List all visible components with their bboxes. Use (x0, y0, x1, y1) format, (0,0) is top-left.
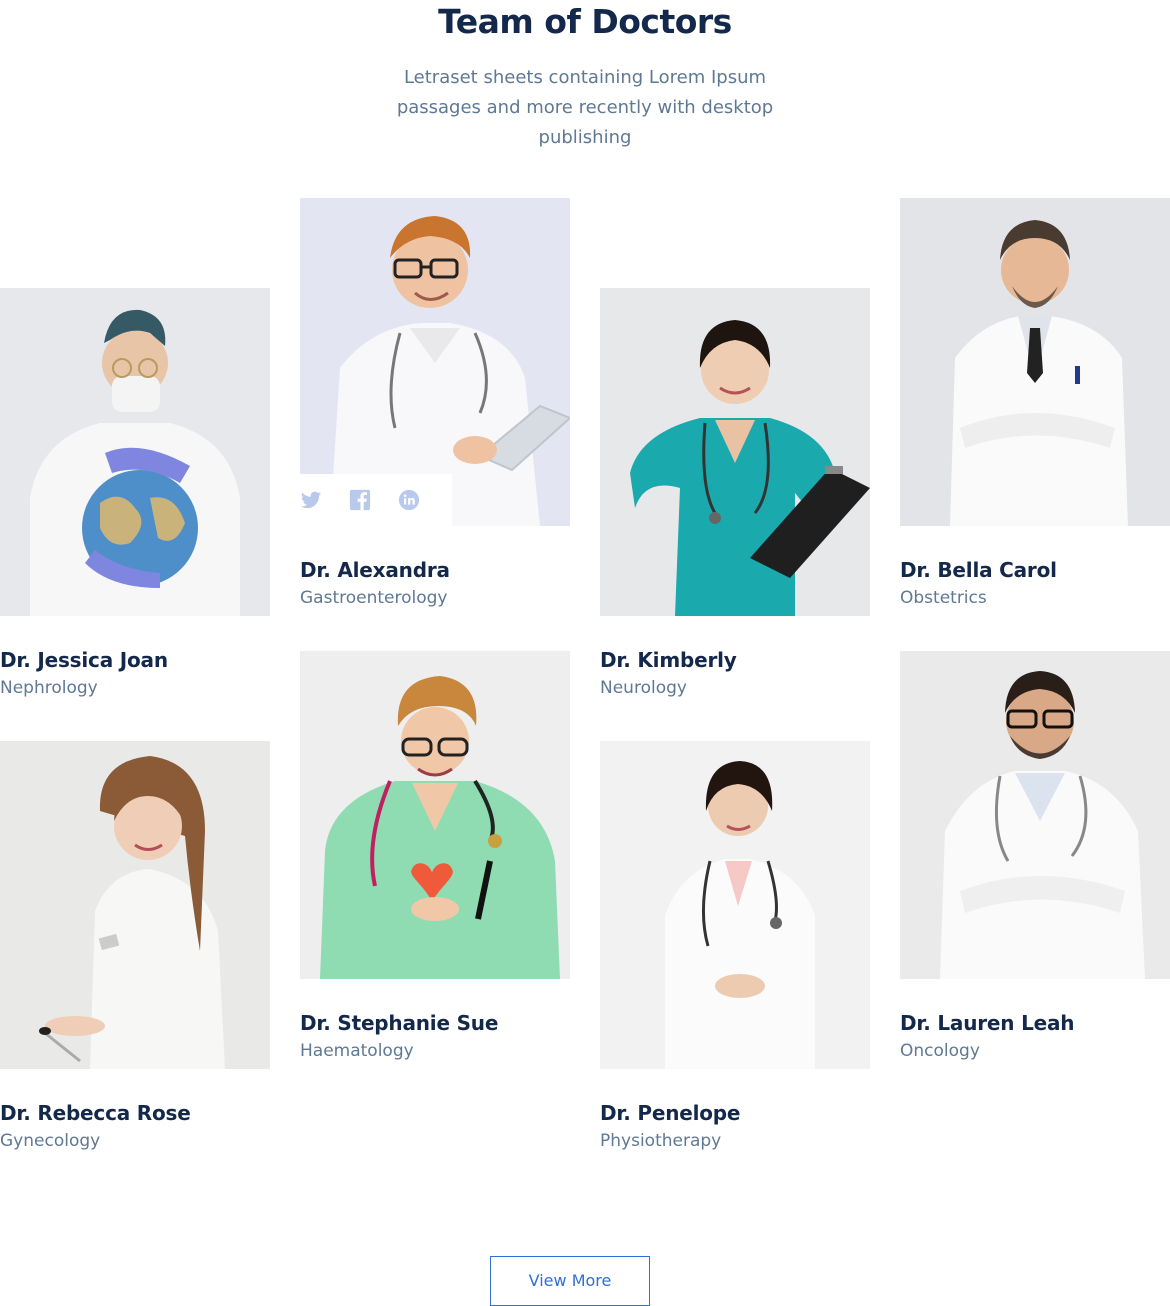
doctor-photo (300, 198, 570, 526)
doctor-photo (900, 198, 1170, 526)
doctor-name[interactable]: Dr. Jessica Joan (0, 648, 168, 672)
doctor-name[interactable]: Dr. Alexandra (300, 558, 450, 582)
social-links (300, 474, 452, 526)
linkedin-icon[interactable] (398, 489, 420, 511)
doctor-specialty: Obstetrics (900, 588, 987, 608)
doctor-specialty: Gynecology (0, 1131, 101, 1151)
doctor-photo (0, 741, 270, 1069)
doctor-photo (0, 288, 270, 616)
doctor-photo (600, 741, 870, 1069)
doctor-specialty: Gastroenterology (300, 588, 448, 608)
doctor-card[interactable]: Dr. Bella Carol Obstetrics (900, 198, 1170, 608)
view-more-button[interactable]: View More (490, 1256, 650, 1306)
doctor-card[interactable]: Dr. Penelope Physiotherapy (600, 741, 870, 1151)
doctor-card[interactable]: Dr. Rebecca Rose Gynecology (0, 741, 270, 1151)
doctor-name[interactable]: Dr. Penelope (600, 1101, 740, 1125)
doctor-specialty: Neurology (600, 678, 687, 698)
doctor-photo (300, 651, 570, 979)
doctor-specialty: Physiotherapy (600, 1131, 722, 1151)
doctor-card[interactable]: Dr. Kimberly Neurology (600, 288, 870, 698)
doctor-name[interactable]: Dr. Stephanie Sue (300, 1011, 498, 1035)
doctor-photo (900, 651, 1170, 979)
doctor-card[interactable]: Dr. Lauren Leah Oncology (900, 651, 1170, 1061)
doctor-name[interactable]: Dr. Bella Carol (900, 558, 1057, 582)
doctor-name[interactable]: Dr. Kimberly (600, 648, 737, 672)
section-title: Team of Doctors (438, 2, 732, 41)
section-subtitle: Letraset sheets containing Lorem Ipsum p… (396, 67, 774, 148)
doctor-specialty: Haematology (300, 1041, 414, 1061)
doctor-card[interactable]: Dr. Jessica Joan Nephrology (0, 288, 270, 698)
twitter-icon[interactable] (300, 489, 322, 511)
doctor-specialty: Nephrology (0, 678, 98, 698)
doctor-name[interactable]: Dr. Lauren Leah (900, 1011, 1075, 1035)
doctor-photo (600, 288, 870, 616)
doctor-card[interactable]: Dr. Alexandra Gastroenterology (300, 198, 570, 608)
doctor-name[interactable]: Dr. Rebecca Rose (0, 1101, 191, 1125)
facebook-icon[interactable] (349, 489, 371, 511)
doctor-card[interactable]: Dr. Stephanie Sue Haematology (300, 651, 570, 1061)
doctor-specialty: Oncology (900, 1041, 980, 1061)
